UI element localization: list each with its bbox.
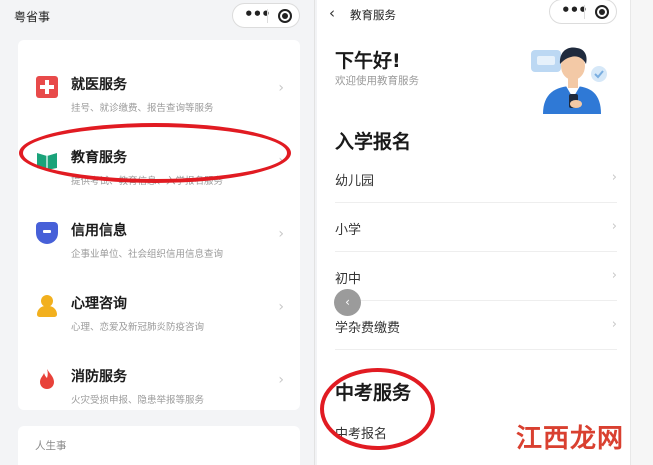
- service-desc: 火灾受损申报、隐患举报等服务: [71, 395, 205, 406]
- close-miniprogram-icon[interactable]: [278, 9, 292, 23]
- chevron-right-icon: ›: [611, 219, 617, 234]
- services-list-screen: 粤省事 ••• 就医服务 挂号、就诊缴费、报告查询等服务 › 教育服务 提供考试…: [0, 0, 315, 465]
- list-item-kindergarten[interactable]: 幼儿园 ›: [335, 154, 617, 203]
- list-item-junior-high[interactable]: 初中 ›: [335, 252, 617, 301]
- service-item-credit[interactable]: 信用信息 企事业单位、社会组织信用信息查询 ›: [18, 196, 300, 268]
- mini-program-capsule: •••: [232, 3, 300, 28]
- chevron-right-icon: ›: [278, 226, 284, 242]
- section-label: 人生事: [35, 440, 67, 452]
- service-item-medical[interactable]: 就医服务 挂号、就诊缴费、报告查询等服务 ›: [18, 50, 300, 122]
- page-title: 教育服务: [350, 8, 396, 22]
- chevron-right-icon: ›: [278, 80, 284, 96]
- watermark-text: 江西龙网: [516, 424, 625, 454]
- chevron-right-icon: ›: [278, 372, 284, 388]
- service-name: 信用信息: [71, 223, 127, 239]
- watermark-logo: 江西龙网: [512, 412, 652, 462]
- section-heading-enroll: 入学报名: [335, 131, 412, 153]
- service-item-fire[interactable]: 消防服务 火灾受损申报、隐患举报等服务 ›: [18, 342, 300, 414]
- highlight-circle: [320, 368, 435, 450]
- shield-icon: [36, 222, 58, 244]
- more-menu-icon[interactable]: •••: [244, 5, 271, 23]
- education-services-screen: ‹ 教育服务 ••• 下午好! 欢迎使用教育服务 入学报名 幼儿园 › 小学 ›…: [317, 0, 630, 465]
- medical-cross-icon: [36, 76, 58, 98]
- service-name: 就医服务: [71, 77, 127, 93]
- capsule-divider: [267, 9, 268, 23]
- list-item-label: 学杂费缴费: [335, 321, 401, 336]
- chevron-right-icon: ›: [611, 170, 617, 185]
- service-desc: 心理、恋爱及新冠肺炎防疫咨询: [71, 322, 205, 333]
- greeting-subtitle: 欢迎使用教育服务: [335, 75, 419, 87]
- person-consult-icon: [36, 295, 58, 317]
- service-name: 消防服务: [71, 369, 127, 385]
- service-desc: 挂号、就诊缴费、报告查询等服务: [71, 103, 214, 114]
- service-name: 心理咨询: [71, 296, 127, 312]
- list-item-label: 初中: [335, 272, 362, 287]
- more-menu-icon[interactable]: •••: [561, 1, 588, 19]
- app-title: 粤省事: [14, 10, 51, 24]
- list-item-label: 小学: [335, 223, 362, 238]
- assistant-illustration: [531, 47, 607, 114]
- chevron-right-icon: ›: [278, 299, 284, 315]
- services-card: 就医服务 挂号、就诊缴费、报告查询等服务 › 教育服务 提供考试、教育信息、入学…: [18, 40, 300, 410]
- list-item-primary-school[interactable]: 小学 ›: [335, 203, 617, 252]
- highlight-circle: [19, 123, 291, 183]
- top-bar: 粤省事 •••: [0, 0, 315, 32]
- background-strip: [630, 0, 653, 465]
- screenshot-root: 粤省事 ••• 就医服务 挂号、就诊缴费、报告查询等服务 › 教育服务 提供考试…: [0, 0, 653, 465]
- back-arrow-icon[interactable]: ‹: [329, 4, 335, 22]
- flame-icon: [36, 368, 58, 390]
- close-miniprogram-icon[interactable]: [595, 5, 609, 19]
- chevron-right-icon: ›: [611, 268, 617, 283]
- service-item-psychology[interactable]: 心理咨询 心理、恋爱及新冠肺炎防疫咨询 ›: [18, 269, 300, 341]
- top-bar: ‹ 教育服务 •••: [317, 0, 630, 32]
- service-desc: 企事业单位、社会组织信用信息查询: [71, 249, 224, 260]
- capsule-divider: [584, 5, 585, 19]
- greeting-title: 下午好!: [335, 50, 401, 72]
- floating-back-icon[interactable]: ‹: [334, 289, 361, 316]
- list-item-tuition[interactable]: 学杂费缴费 ›: [335, 301, 617, 350]
- life-events-section[interactable]: 人生事: [18, 426, 300, 465]
- mini-program-capsule: •••: [549, 0, 617, 24]
- list-item-label: 幼儿园: [335, 174, 375, 189]
- chevron-right-icon: ›: [611, 317, 617, 332]
